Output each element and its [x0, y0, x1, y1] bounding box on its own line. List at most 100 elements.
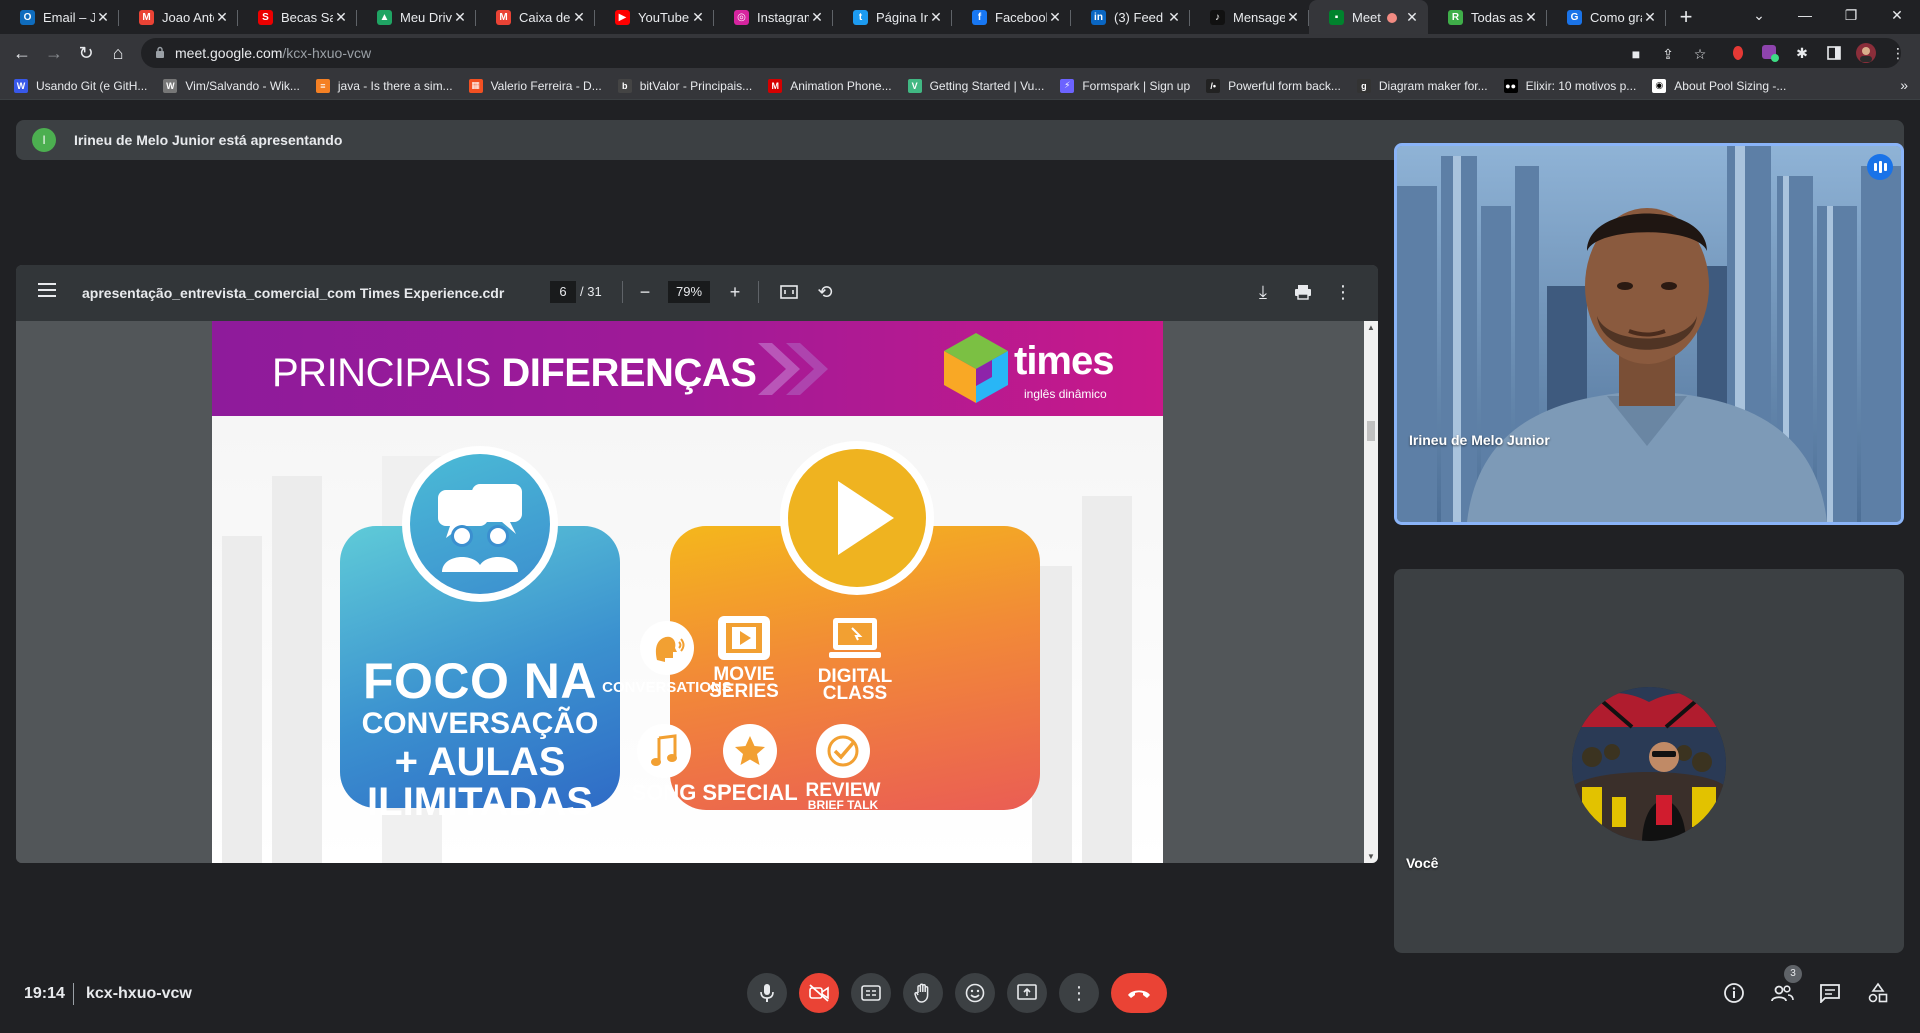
forward-icon[interactable]: → [40, 39, 68, 67]
bookmark-item[interactable]: W Vim/Salvando - Wik... [163, 78, 300, 93]
bookmark-item[interactable]: b bitValor - Principais... [617, 78, 752, 93]
chat-icon[interactable] [1814, 977, 1846, 1009]
reload-icon[interactable]: ↻ [72, 39, 100, 67]
browser-tab[interactable]: M Caixa de e✕ [476, 0, 595, 34]
browser-tab[interactable]: M Joao Anto✕ [119, 0, 238, 34]
bookmark-item[interactable]: ●● Elixir: 10 motivos p... [1503, 78, 1636, 93]
bookmark-item[interactable]: /• Powerful form back... [1206, 78, 1341, 93]
tab-close-icon[interactable]: ✕ [1285, 9, 1301, 25]
chrome-menu-icon[interactable]: ⋮ [1886, 41, 1910, 65]
home-icon[interactable]: ⌂ [104, 39, 132, 67]
microphone-button[interactable] [747, 973, 787, 1013]
zoom-in-icon[interactable]: + [722, 279, 748, 305]
print-icon[interactable] [1290, 279, 1316, 305]
page-number-input[interactable]: 6 [550, 281, 576, 303]
leave-call-button[interactable] [1111, 973, 1167, 1013]
back-icon[interactable]: ← [8, 39, 36, 67]
formback-icon: /• [1206, 78, 1221, 93]
browser-tab[interactable]: f Facebook ✕ [952, 0, 1071, 34]
tab-close-icon[interactable]: ✕ [214, 9, 230, 25]
toolbar-divider [758, 281, 759, 303]
bookmarks-overflow-icon[interactable]: » [1900, 77, 1908, 93]
bookmark-item[interactable]: V Getting Started | Vu... [907, 78, 1044, 93]
captions-button[interactable] [851, 973, 891, 1013]
tab-close-icon[interactable]: ✕ [1404, 9, 1420, 25]
activities-icon[interactable] [1862, 977, 1894, 1009]
share-icon[interactable]: ⇪ [1657, 43, 1679, 65]
bookmark-item[interactable]: g Diagram maker for... [1356, 78, 1488, 93]
participant-tile-presenter[interactable]: Irineu de Melo Junior [1394, 143, 1904, 525]
tab-close-icon[interactable]: ✕ [1523, 9, 1539, 25]
tab-close-icon[interactable]: ✕ [1047, 9, 1063, 25]
drive-icon: ▲ [377, 10, 392, 25]
tab-close-icon[interactable]: ✕ [95, 9, 111, 25]
pdf-menu-icon[interactable] [38, 283, 56, 297]
browser-tab[interactable]: ▪ Meet ✕ [1309, 0, 1428, 34]
raise-hand-button[interactable] [903, 973, 943, 1013]
more-options-button[interactable]: ⋮ [1059, 973, 1099, 1013]
reactions-button[interactable] [955, 973, 995, 1013]
browser-tab[interactable]: ▲ Meu Drive✕ [357, 0, 476, 34]
restore-icon[interactable]: ❐ [1828, 0, 1874, 30]
tab-label: Meet [1352, 10, 1404, 25]
extension-purple-icon[interactable] [1758, 41, 1782, 65]
rotate-icon[interactable]: ⟲ [812, 279, 838, 305]
pdf-scrollbar[interactable]: ▲ ▼ [1364, 321, 1378, 863]
pdf-viewer[interactable]: PRINCIPAIS DIFERENÇAS times inglês dinâm… [16, 321, 1378, 863]
minimize-icon[interactable]: — [1782, 0, 1828, 30]
browser-tab[interactable]: ♪ Mensagen✕ [1190, 0, 1309, 34]
browser-tab[interactable]: G Como gra ✕ [1547, 0, 1666, 34]
tab-close-icon[interactable]: ✕ [333, 9, 349, 25]
pdf-more-icon[interactable]: ⋮ [1330, 279, 1356, 305]
tab-close-icon[interactable]: ✕ [809, 9, 825, 25]
browser-tab[interactable]: S Becas San✕ [238, 0, 357, 34]
youtube-icon: ▶ [615, 10, 630, 25]
scroll-up-icon[interactable]: ▲ [1367, 323, 1375, 332]
new-tab-icon[interactable]: + [1666, 0, 1706, 34]
tab-search-icon[interactable]: ⌄ [1736, 0, 1782, 30]
meet-stage: I Irineu de Melo Junior está apresentand… [0, 101, 1920, 1033]
browser-tab[interactable]: O Email – Jo✕ [0, 0, 119, 34]
pdf-filename: apresentação_entrevista_comercial_com Ti… [82, 285, 505, 301]
browser-tab[interactable]: ◎ Instagram✕ [714, 0, 833, 34]
extension-red-icon[interactable] [1726, 41, 1750, 65]
download-icon[interactable]: ⤓ [1250, 279, 1276, 305]
bookmark-star-icon[interactable]: ☆ [1689, 43, 1711, 65]
tab-close-icon[interactable]: ✕ [690, 9, 706, 25]
tab-close-icon[interactable]: ✕ [1642, 9, 1658, 25]
scroll-down-icon[interactable]: ▼ [1367, 852, 1375, 861]
zoom-out-icon[interactable]: − [632, 279, 658, 305]
zoom-level-input[interactable]: 79% [668, 281, 710, 303]
bookmark-item[interactable]: ⚡ Formspark | Sign up [1060, 78, 1190, 93]
m-icon: M [768, 78, 783, 93]
tab-close-icon[interactable]: ✕ [1166, 9, 1182, 25]
microphone-icon [760, 984, 774, 1002]
lock-icon[interactable] [155, 46, 165, 58]
bookmark-item[interactable]: M Animation Phone... [768, 78, 892, 93]
profile-avatar[interactable] [1854, 41, 1878, 65]
tab-close-icon[interactable]: ✕ [452, 9, 468, 25]
music-note-icon [637, 724, 691, 778]
participant-tile-self[interactable]: Você [1394, 569, 1904, 953]
meeting-info-icon[interactable] [1718, 977, 1750, 1009]
bookmark-item[interactable]: ▦ Valerio Ferreira - D... [468, 78, 602, 93]
side-panel-icon[interactable] [1822, 41, 1846, 65]
meeting-code[interactable]: kcx-hxuo-vcw [86, 985, 192, 1003]
tab-close-icon[interactable]: ✕ [928, 9, 944, 25]
browser-tab[interactable]: in (3) Feed | ✕ [1071, 0, 1190, 34]
address-bar[interactable]: meet.google.com/kcx-hxuo-vcw ■ ⇪ ☆ [141, 38, 1901, 68]
bookmark-item[interactable]: ◉ About Pool Sizing -... [1652, 78, 1786, 93]
browser-tab[interactable]: t Página Ini✕ [833, 0, 952, 34]
bookmark-item[interactable]: ≡ java - Is there a sim... [315, 78, 453, 93]
present-screen-button[interactable] [1007, 973, 1047, 1013]
fit-page-icon[interactable] [776, 279, 802, 305]
close-window-icon[interactable]: ✕ [1874, 0, 1920, 30]
camera-off-button[interactable] [799, 973, 839, 1013]
browser-tab[interactable]: R Todas as ✕ [1428, 0, 1547, 34]
tab-close-icon[interactable]: ✕ [571, 9, 587, 25]
browser-tab[interactable]: ▶ YouTube ✕ [595, 0, 714, 34]
camera-in-use-icon[interactable]: ■ [1625, 43, 1647, 65]
extensions-puzzle-icon[interactable]: ✱ [1790, 41, 1814, 65]
bookmark-item[interactable]: W Usando Git (e GitH... [14, 78, 147, 93]
scrollbar-thumb[interactable] [1367, 421, 1375, 441]
